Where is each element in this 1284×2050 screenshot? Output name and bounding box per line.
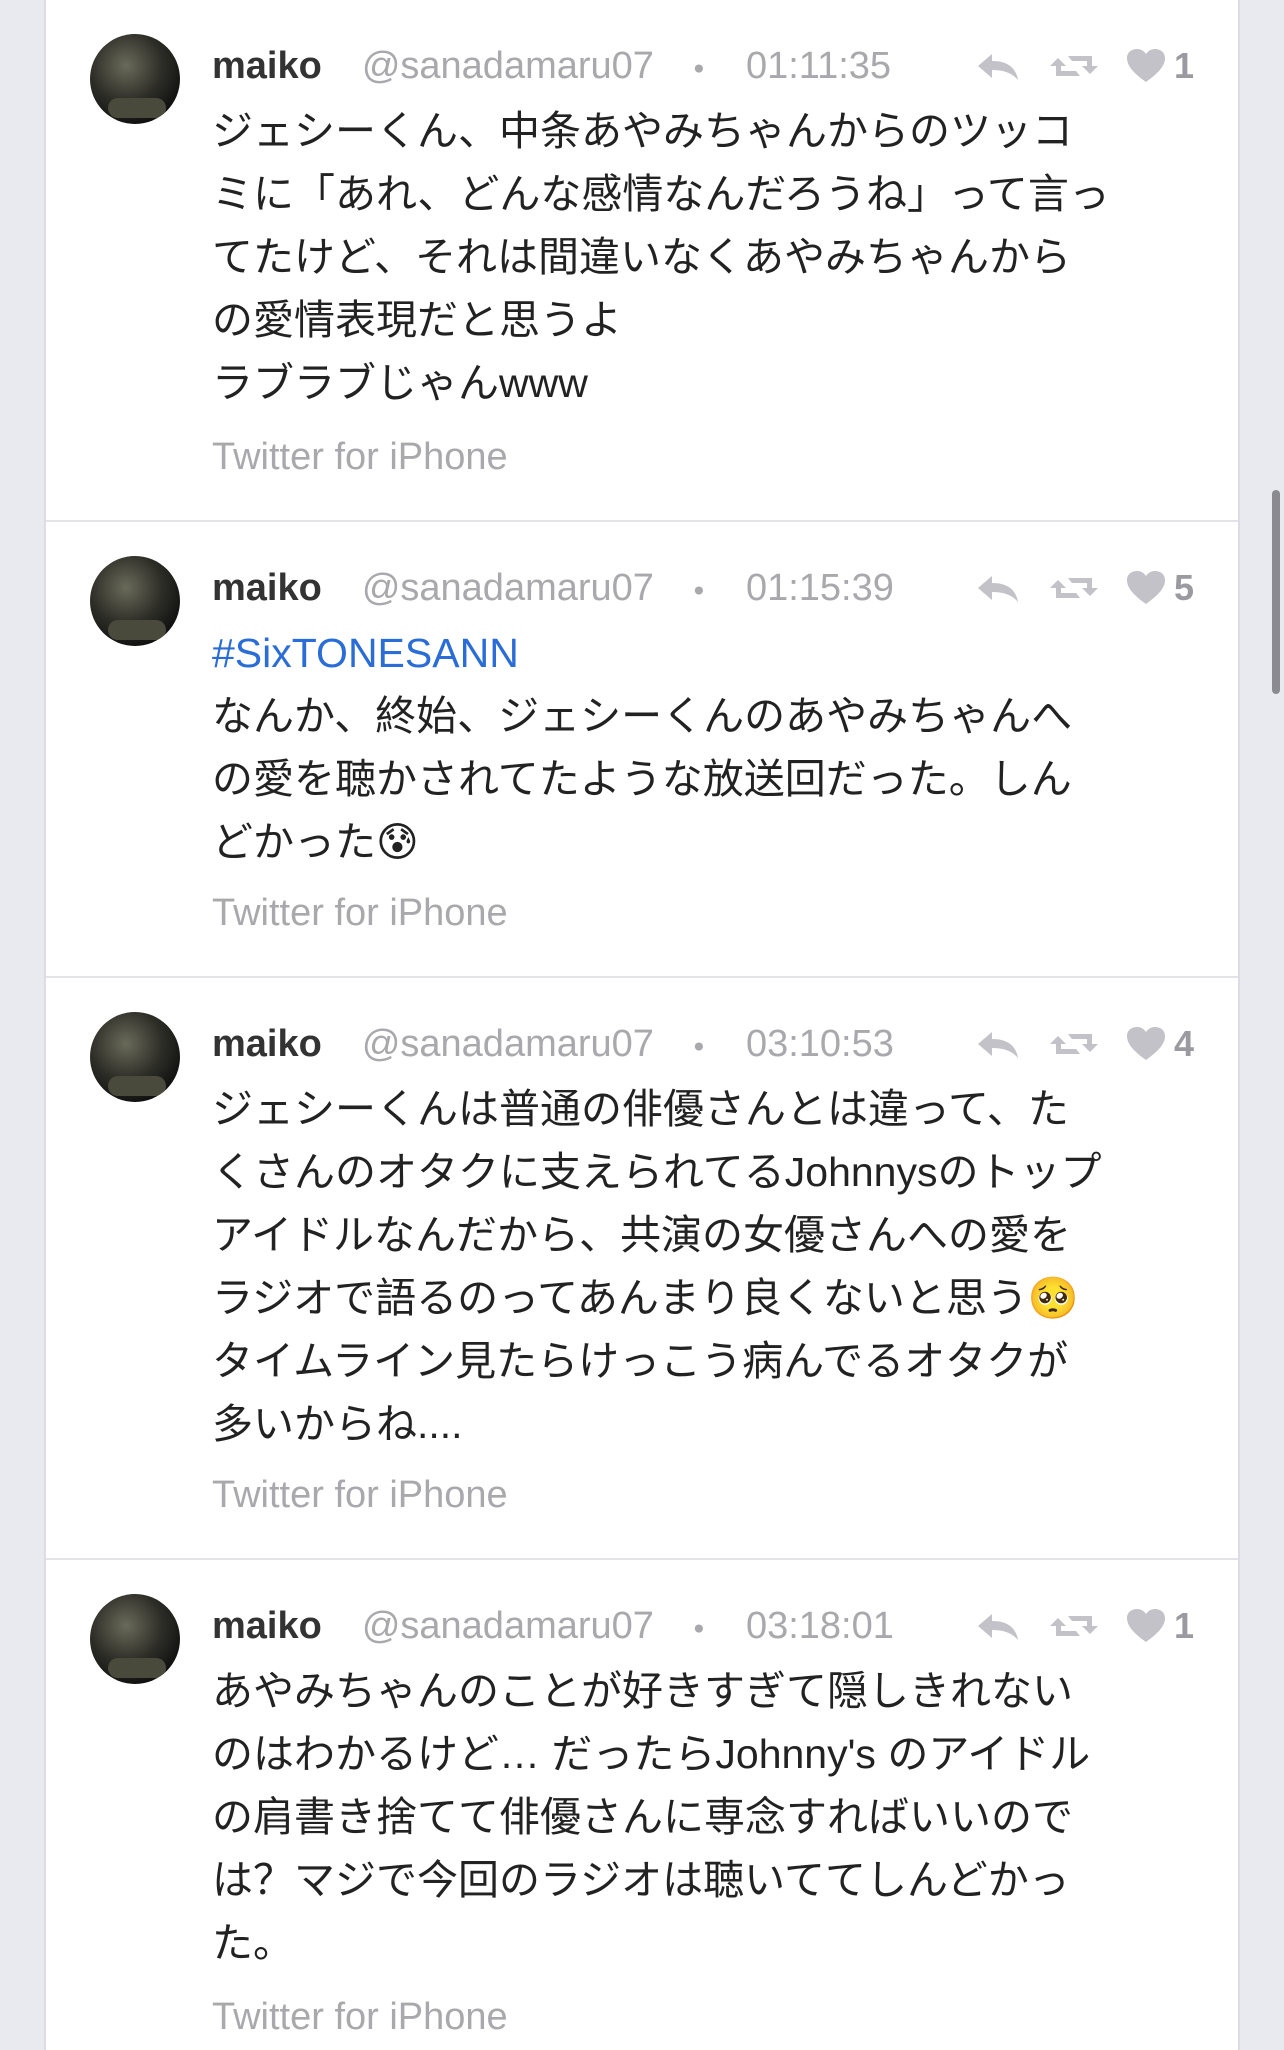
tweet-source[interactable]: Twitter for iPhone — [212, 892, 508, 935]
separator-dot: ・ — [679, 1609, 718, 1652]
user-name[interactable]: maiko — [212, 45, 322, 88]
tweet-actions: 1 — [972, 1596, 1194, 1656]
user-handle[interactable]: @sanadamaru07 — [362, 45, 654, 88]
heart-icon[interactable] — [1124, 46, 1168, 86]
tweet-line: ラブラブじゃんwww — [212, 360, 588, 406]
retweet-icon[interactable] — [1048, 568, 1100, 608]
tweet-line: ラジオで語るのってあんまり良くないと思う🥺 — [212, 1275, 1079, 1321]
tweet-time[interactable]: 03:10:53 — [746, 1023, 894, 1066]
like-count: 5 — [1173, 567, 1194, 608]
like-count: 1 — [1173, 1605, 1194, 1646]
avatar[interactable] — [90, 1594, 180, 1684]
user-name[interactable]: maiko — [212, 1023, 322, 1066]
reply-icon[interactable] — [972, 46, 1024, 86]
tweet-line: の愛情表現だと思うよ — [212, 297, 622, 343]
like-count: 1 — [1173, 45, 1194, 86]
user-handle[interactable]: @sanadamaru07 — [362, 1023, 654, 1066]
tweet-time[interactable]: 03:18:01 — [746, 1605, 894, 1648]
tweet[interactable]: maiko @sanadamaru07 ・ 01:15:39 5 #SixTON… — [46, 522, 1238, 978]
tweet-line: あやみちゃんのことが好きすぎて隠しきれない — [212, 1668, 1073, 1714]
retweet-icon[interactable] — [1048, 1606, 1100, 1646]
reply-icon[interactable] — [972, 568, 1024, 608]
tweet-source[interactable]: Twitter for iPhone — [212, 1996, 508, 2039]
tweet-line: の肩書き捨てて俳優さんに専念すればいいので — [212, 1794, 1073, 1840]
heart-icon[interactable] — [1124, 568, 1168, 608]
tweet-text: ジェシーくんは普通の俳優さんとは違って、た くさんのオタクに支えられてるJohn… — [212, 1078, 1192, 1456]
avatar[interactable] — [90, 34, 180, 124]
tweet-line: タイムライン見たらけっこう病んでるオタクが — [212, 1338, 1069, 1384]
retweet-icon[interactable] — [1048, 1024, 1100, 1064]
user-handle[interactable]: @sanadamaru07 — [362, 567, 654, 610]
tweet-text: あやみちゃんのことが好きすぎて隠しきれない のはわかるけど… だったらJohnn… — [212, 1660, 1192, 1975]
tweet-line: の愛を聴かされてたような放送回だった。しん — [212, 756, 1072, 802]
tweet-source[interactable]: Twitter for iPhone — [212, 1474, 508, 1517]
scrollbar[interactable] — [1272, 490, 1280, 694]
tweet-header: maiko @sanadamaru07 ・ 01:15:39 — [212, 558, 894, 618]
tweet[interactable]: maiko @sanadamaru07 ・ 03:10:53 4 ジェシーくんは… — [46, 978, 1238, 1560]
reply-icon[interactable] — [972, 1024, 1024, 1064]
tweet-actions: 5 — [972, 558, 1194, 618]
tweet-source[interactable]: Twitter for iPhone — [212, 436, 508, 479]
tweet-line: アイドルなんだから、共演の女優さんへの愛を — [212, 1212, 1071, 1258]
tweet-line: のはわかるけど… だったらJohnny's のアイドル — [212, 1731, 1091, 1777]
like-group[interactable]: 4 — [1124, 1023, 1194, 1065]
heart-icon[interactable] — [1124, 1024, 1168, 1064]
tweet[interactable]: maiko @sanadamaru07 ・ 03:18:01 1 あやみちゃんの… — [46, 1560, 1238, 2050]
tweet-time[interactable]: 01:15:39 — [746, 567, 894, 610]
tweet-line: た。 — [212, 1920, 294, 1966]
user-handle[interactable]: @sanadamaru07 — [362, 1605, 654, 1648]
avatar[interactable] — [90, 1012, 180, 1102]
tweet-actions: 1 — [972, 36, 1194, 96]
tweet-text: ジェシーくん、中条あやみちゃんからのツッコ ミに「あれ、どんな感情なんだろうね」… — [212, 100, 1192, 415]
like-count: 4 — [1173, 1023, 1194, 1064]
tweet-time[interactable]: 01:11:35 — [746, 45, 891, 88]
hashtag-link[interactable]: #SixTONESANN — [212, 622, 1192, 685]
tweet-line: なんか、終始、ジェシーくんのあやみちゃんへ — [212, 693, 1073, 739]
tweet-line: てたけど、それは間違いなくあやみちゃんから — [212, 234, 1071, 280]
tweet-line: ミに「あれ、どんな感情なんだろうね」って言っ — [212, 171, 1110, 217]
heart-icon[interactable] — [1124, 1606, 1168, 1646]
tweet-text: #SixTONESANN なんか、終始、ジェシーくんのあやみちゃんへ の愛を聴か… — [212, 622, 1192, 874]
avatar[interactable] — [90, 556, 180, 646]
user-name[interactable]: maiko — [212, 1605, 322, 1648]
tweet-feed: maiko @sanadamaru07 ・ 01:11:35 1 ジェシーくん、… — [44, 0, 1240, 2050]
separator-dot: ・ — [679, 571, 718, 614]
user-name[interactable]: maiko — [212, 567, 322, 610]
reply-icon[interactable] — [972, 1606, 1024, 1646]
tweet-actions: 4 — [972, 1014, 1194, 1074]
tweet-header: maiko @sanadamaru07 ・ 03:10:53 — [212, 1014, 894, 1074]
tweet-header: maiko @sanadamaru07 ・ 03:18:01 — [212, 1596, 894, 1656]
tweet[interactable]: maiko @sanadamaru07 ・ 01:11:35 1 ジェシーくん、… — [46, 0, 1238, 522]
retweet-icon[interactable] — [1048, 46, 1100, 86]
like-group[interactable]: 1 — [1124, 1605, 1194, 1647]
tweet-line: は？マジで今回のラジオは聴いててしんどかっ — [212, 1857, 1070, 1903]
separator-dot: ・ — [679, 49, 718, 92]
tweet-line: 多いからね.... — [212, 1401, 463, 1447]
tweet-line: どかった😰 — [212, 819, 419, 865]
tweet-line: くさんのオタクに支えられてるJohnnysのトップ — [212, 1149, 1102, 1195]
separator-dot: ・ — [679, 1027, 718, 1070]
like-group[interactable]: 5 — [1124, 567, 1194, 609]
tweet-line: ジェシーくん、中条あやみちゃんからのツッコ — [212, 108, 1073, 154]
like-group[interactable]: 1 — [1124, 45, 1194, 87]
tweet-header: maiko @sanadamaru07 ・ 01:11:35 — [212, 36, 891, 96]
tweet-line: ジェシーくんは普通の俳優さんとは違って、た — [212, 1086, 1069, 1132]
